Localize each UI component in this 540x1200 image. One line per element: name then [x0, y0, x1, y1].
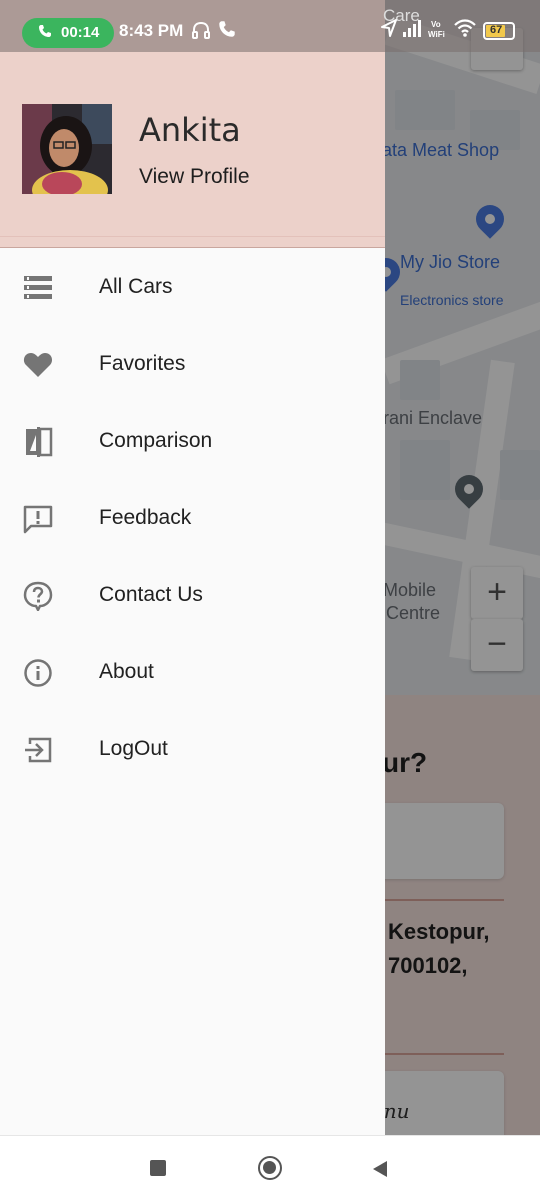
menu-item-feedback[interactable]: Feedback [0, 480, 385, 557]
ongoing-call-chip[interactable]: 00:14 [22, 18, 114, 48]
avatar[interactable] [22, 104, 112, 194]
menu-item-label: Feedback [99, 506, 192, 529]
menu-item-comparison[interactable]: Comparison [0, 403, 385, 480]
menu-item-label: Contact Us [99, 583, 203, 606]
recents-button[interactable] [150, 1160, 166, 1176]
call-icon [219, 21, 235, 37]
app-screen: ata Meat Shop My Jio Store Electronics s… [0, 0, 540, 1200]
menu-item-contact-us[interactable]: Contact Us [0, 557, 385, 634]
menu-item-label: All Cars [99, 275, 173, 298]
menu-item-favorites[interactable]: Favorites [0, 326, 385, 403]
wifi-icon [454, 19, 476, 37]
menu-item-all-cars[interactable]: All Cars [0, 249, 385, 326]
user-name: Ankita [139, 111, 241, 149]
list-icon [24, 276, 52, 299]
phone-icon [39, 25, 51, 37]
svg-text:WiFi: WiFi [428, 30, 445, 39]
info-icon [24, 659, 52, 687]
compare-icon [26, 427, 53, 457]
home-button[interactable] [258, 1156, 282, 1180]
headset-icon [192, 21, 210, 39]
system-nav-bar [0, 1135, 540, 1200]
clock: 8:43 PM [119, 21, 184, 40]
menu-item-label: About [99, 660, 154, 683]
menu-item-label: Comparison [99, 429, 213, 452]
menu-item-label: Favorites [99, 352, 186, 375]
home-dot-icon [263, 1161, 276, 1174]
signal-icon [403, 20, 421, 37]
navigation-drawer: Ankita View Profile All Cars Favorites C… [0, 0, 385, 1135]
battery-level: 67 [490, 24, 503, 36]
battery-icon: 67 [483, 22, 515, 40]
heart-icon [23, 353, 53, 377]
back-button[interactable] [372, 1160, 388, 1178]
svg-text:Vo: Vo [431, 20, 441, 29]
navigation-arrow-icon [381, 19, 397, 37]
menu-item-label: LogOut [99, 737, 168, 760]
call-timer: 00:14 [61, 24, 100, 41]
view-profile-link[interactable]: View Profile [139, 165, 250, 189]
status-bar: 00:14 8:43 PM Care Vo WiFi 67 [0, 0, 540, 52]
menu-item-logout[interactable]: LogOut [0, 711, 385, 788]
help-icon [23, 581, 53, 611]
vowifi-icon: Vo WiFi [428, 20, 445, 39]
divider [0, 236, 385, 237]
menu-item-about[interactable]: About [0, 634, 385, 711]
feedback-icon [23, 505, 53, 534]
logout-icon [25, 737, 52, 763]
avatar-photo [22, 104, 112, 194]
